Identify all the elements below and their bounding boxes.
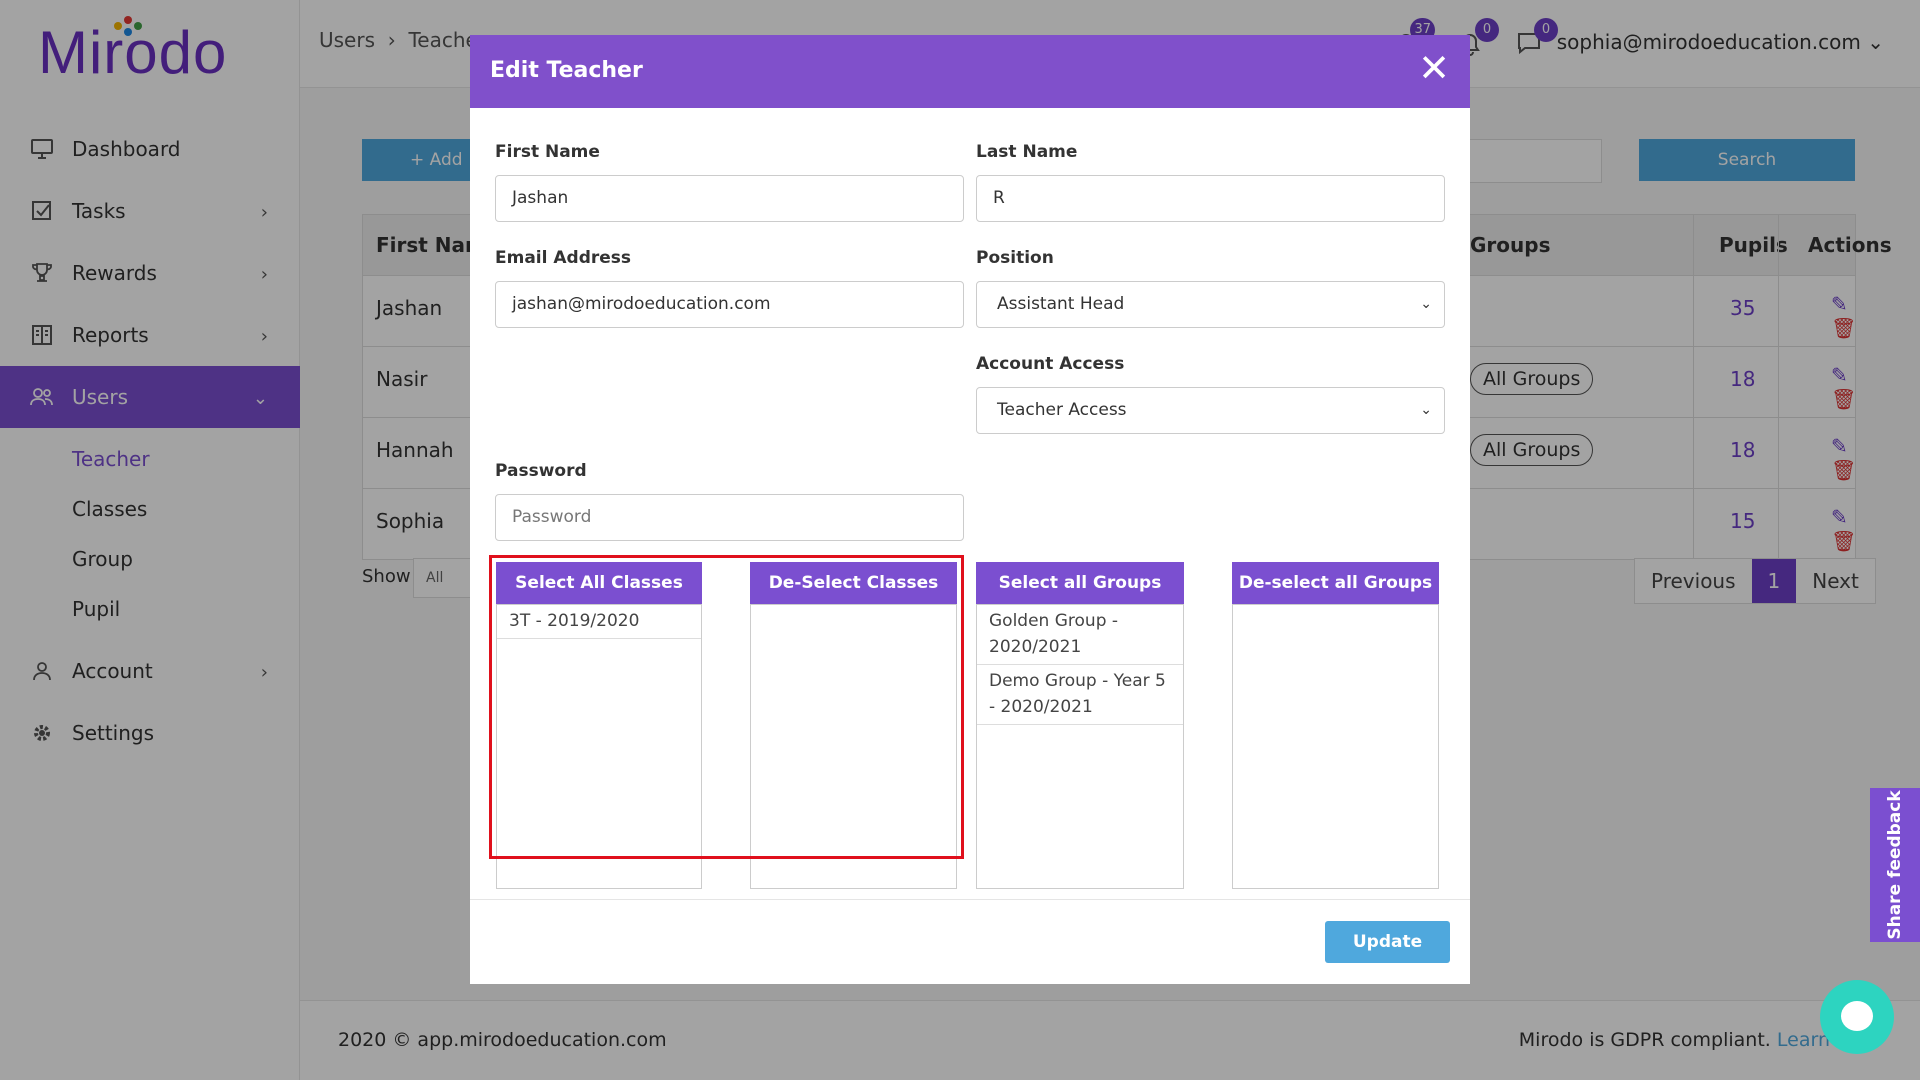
share-feedback-tab[interactable]: Share feedback xyxy=(1870,788,1920,942)
chevron-down-icon: ⌄ xyxy=(1420,402,1432,418)
group-option[interactable]: Demo Group - Year 5 - 2020/2021 xyxy=(977,665,1183,725)
select-all-groups-button[interactable]: Select all Groups xyxy=(976,562,1184,604)
group-option[interactable]: Golden Group - 2020/2021 xyxy=(977,605,1183,665)
chevron-down-icon: ⌄ xyxy=(1420,296,1432,312)
modal-header: Edit Teacher ✕ xyxy=(470,35,1470,108)
selected-groups-list[interactable] xyxy=(1232,604,1439,889)
last-name-field[interactable]: R xyxy=(976,175,1445,222)
position-select[interactable]: Assistant Head ⌄ xyxy=(976,281,1445,328)
email-field[interactable]: jashan@mirodoeducation.com xyxy=(495,281,964,328)
account-access-select[interactable]: Teacher Access ⌄ xyxy=(976,387,1445,434)
update-button[interactable]: Update xyxy=(1325,921,1450,963)
modal-title: Edit Teacher xyxy=(490,58,643,83)
highlight-box xyxy=(489,555,964,859)
close-icon[interactable]: ✕ xyxy=(1418,49,1450,87)
first-name-label: First Name xyxy=(495,142,600,162)
available-groups-list[interactable]: Golden Group - 2020/2021 Demo Group - Ye… xyxy=(976,604,1184,889)
chat-widget-icon[interactable] xyxy=(1820,980,1894,1054)
account-access-label: Account Access xyxy=(976,354,1125,374)
modal-footer-divider xyxy=(470,899,1470,900)
deselect-all-groups-button[interactable]: De-select all Groups xyxy=(1232,562,1439,604)
first-name-field[interactable]: Jashan xyxy=(495,175,964,222)
edit-teacher-modal: Edit Teacher ✕ First Name Jashan Last Na… xyxy=(470,35,1470,984)
password-label: Password xyxy=(495,461,587,481)
password-field[interactable]: Password xyxy=(495,494,964,541)
position-label: Position xyxy=(976,248,1054,268)
email-label: Email Address xyxy=(495,248,632,268)
last-name-label: Last Name xyxy=(976,142,1078,162)
